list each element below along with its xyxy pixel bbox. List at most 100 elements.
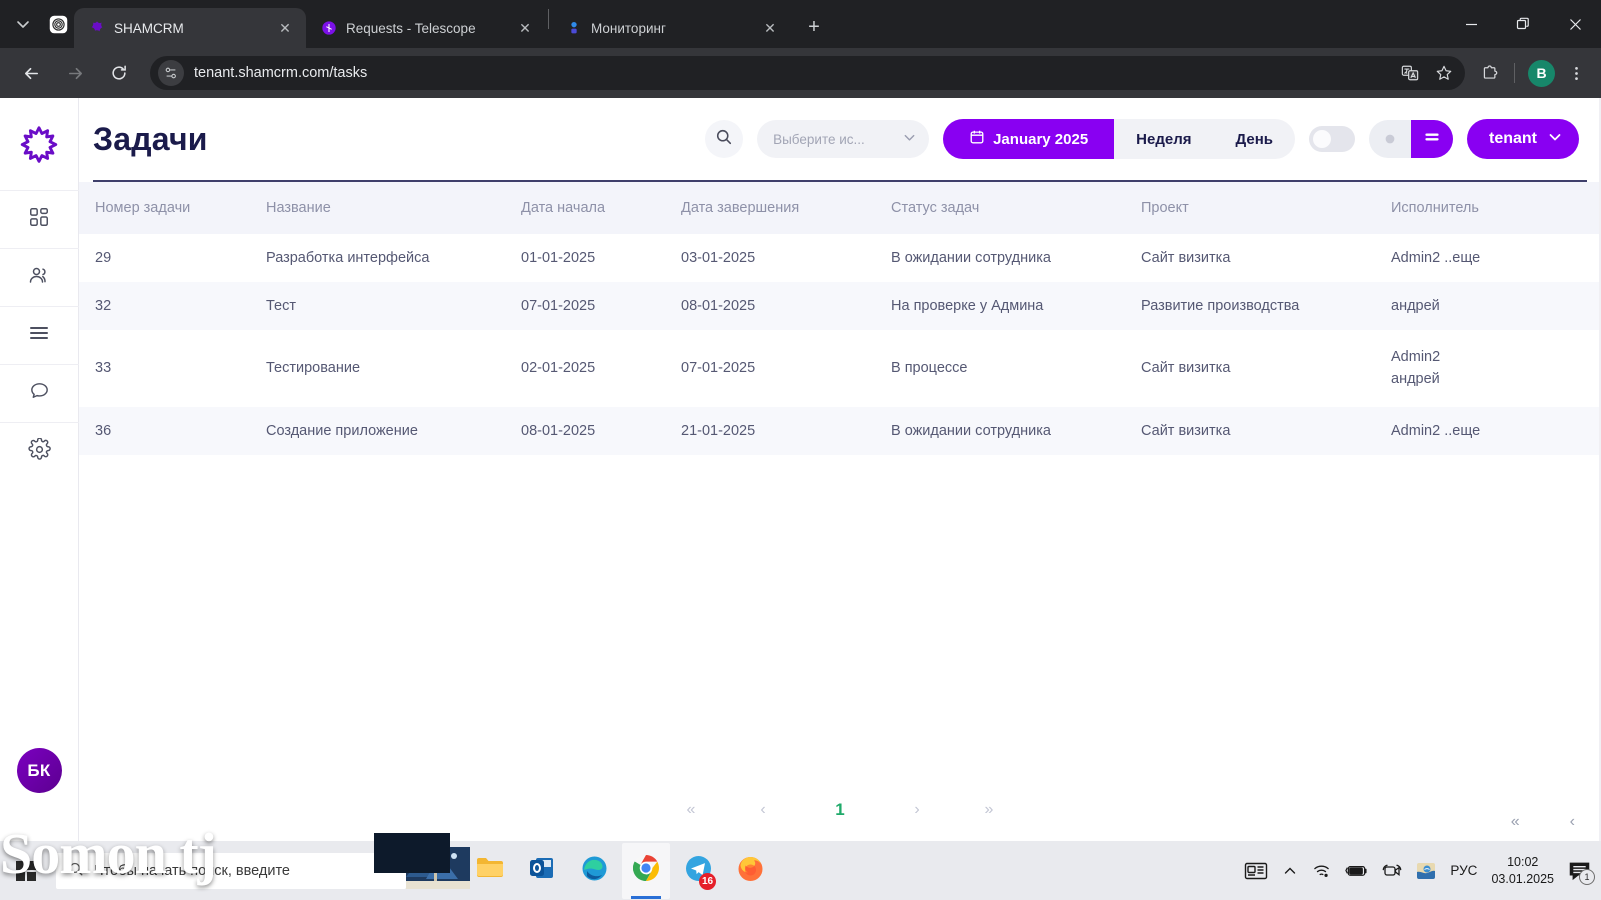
reload-button[interactable] — [102, 56, 136, 90]
tab-strip-left-controls — [0, 0, 74, 48]
pagination-first-button[interactable]: « — [679, 801, 703, 819]
sidebar-item-chat[interactable] — [0, 364, 79, 422]
cell-name: Разработка интерфейса — [266, 250, 430, 266]
column-header-end[interactable]: Дата завершения — [669, 182, 879, 234]
sidebar-item-clients[interactable] — [0, 248, 79, 306]
cell-name: Тест — [266, 298, 296, 314]
tab-search-chevron-icon[interactable] — [6, 9, 40, 39]
telegram-badge: 16 — [699, 872, 716, 890]
site-settings-icon[interactable] — [158, 60, 184, 86]
forward-button[interactable] — [58, 56, 92, 90]
chat-bubble-icon — [28, 380, 51, 408]
segment-week[interactable]: Неделя — [1114, 119, 1213, 159]
chevron-up-icon[interactable] — [1282, 863, 1298, 879]
close-window-button[interactable] — [1549, 0, 1601, 48]
cell-status: В процессе — [891, 360, 968, 377]
table-row[interactable]: 29 Разработка интерфейса 01-01-2025 03-0… — [79, 234, 1601, 282]
notification-center-button[interactable]: 1 — [1568, 861, 1595, 885]
tray-app-icon[interactable] — [1416, 861, 1436, 881]
tab-strip: SHAMCRM ✕ Requests - Telescope ✕ Монитор… — [0, 0, 1601, 48]
url-text: tenant.shamcrm.com/tasks — [194, 65, 368, 81]
view-mode-grid-button[interactable] — [1369, 120, 1411, 158]
table-row[interactable]: 36 Создание приложение 08-01-2025 21-01-… — [79, 406, 1601, 455]
taskbar-telegram[interactable]: 16 — [674, 843, 722, 899]
table-row[interactable]: 33 Тестирование 02-01-2025 07-01-2025 В … — [79, 330, 1601, 407]
taskbar-search-input[interactable]: Чтобы начать поиск, введите — [56, 852, 406, 889]
tab-requests-telescope[interactable]: Requests - Telescope ✕ — [306, 8, 546, 48]
cell-number: 36 — [95, 422, 112, 439]
close-icon[interactable]: ✕ — [274, 17, 296, 39]
taskbar-edge[interactable] — [570, 843, 618, 899]
column-header-project[interactable]: Проект — [1129, 182, 1379, 234]
segment-day[interactable]: День — [1214, 119, 1296, 159]
chevron-down-icon — [1547, 129, 1563, 150]
windows-start-icon[interactable] — [0, 841, 52, 900]
tray-clock[interactable]: 10:02 03.01.2025 — [1491, 854, 1554, 888]
taskbar-chrome[interactable] — [622, 842, 670, 899]
wifi-icon[interactable] — [1312, 862, 1331, 879]
sidebar-item-tasks[interactable] — [0, 306, 79, 364]
profile-avatar[interactable]: B — [1528, 59, 1555, 87]
chrome-browser-window: SHAMCRM ✕ Requests - Telescope ✕ Монитор… — [0, 0, 1601, 841]
shamcrm-logo[interactable] — [15, 122, 63, 170]
chevron-down-icon — [902, 130, 917, 148]
tab-shamcrm[interactable]: SHAMCRM ✕ — [74, 8, 306, 48]
header-controls: Выберите ис... January 2025 Неделя День … — [705, 119, 1579, 159]
minimize-button[interactable] — [1445, 0, 1497, 48]
sidebar-item-settings[interactable] — [0, 422, 79, 480]
chrome-icon — [632, 854, 660, 887]
tenant-menu-button[interactable]: tenant — [1467, 119, 1579, 159]
taskbar-file-explorer[interactable] — [466, 843, 514, 899]
tab-separator — [548, 9, 549, 29]
cell-end: 03-01-2025 — [681, 250, 756, 266]
cell-status: В ожидании сотрудника — [891, 422, 1051, 439]
taskbar-outlook[interactable] — [518, 843, 566, 899]
user-initials-avatar[interactable]: БК — [16, 748, 62, 793]
news-icon[interactable] — [1244, 861, 1268, 881]
tab-monitoring[interactable]: Мониторинг ✕ — [551, 8, 791, 48]
close-icon[interactable]: ✕ — [514, 17, 536, 39]
grid-icon — [28, 206, 50, 233]
maximize-restore-button[interactable] — [1497, 0, 1549, 48]
search-button[interactable] — [705, 120, 744, 158]
profile-avatar-icon[interactable] — [42, 9, 74, 39]
scroll-prev-icon[interactable]: ‹ — [1570, 813, 1575, 831]
cell-start: 08-01-2025 — [521, 422, 596, 439]
app-sidebar: БК — [0, 98, 79, 841]
scroll-first-icon[interactable]: « — [1511, 813, 1520, 831]
view-mode-list-button[interactable] — [1411, 120, 1453, 158]
tray-date: 03.01.2025 — [1491, 871, 1554, 886]
list-view-icon — [1422, 127, 1442, 152]
watermark-backdrop — [374, 833, 450, 873]
sidebar-user[interactable]: БК — [16, 748, 62, 793]
outlook-icon — [529, 855, 555, 886]
pagination-current-page[interactable]: 1 — [823, 793, 857, 827]
translate-icon[interactable] — [1395, 58, 1425, 88]
close-icon[interactable]: ✕ — [759, 17, 781, 39]
column-header-assignee[interactable]: Исполнитель — [1379, 182, 1601, 234]
taskbar-firefox[interactable] — [726, 843, 774, 899]
monitoring-icon — [565, 20, 582, 37]
kebab-menu-icon[interactable] — [1561, 58, 1591, 88]
column-header-number[interactable]: Номер задачи — [79, 182, 254, 234]
table-row[interactable]: 32 Тест 07-01-2025 08-01-2025 На проверк… — [79, 282, 1601, 330]
address-bar[interactable]: tenant.shamcrm.com/tasks — [150, 56, 1465, 90]
camera-icon[interactable] — [1382, 862, 1402, 879]
column-header-status[interactable]: Статус задач — [879, 182, 1129, 234]
cell-assignee: Admin2 ..еще — [1391, 250, 1481, 266]
sidebar-item-dashboard[interactable] — [0, 190, 79, 248]
pagination-prev-button[interactable]: ‹ — [751, 801, 775, 819]
new-tab-button[interactable]: + — [799, 12, 829, 42]
source-select[interactable]: Выберите ис... — [757, 120, 930, 158]
extensions-icon[interactable] — [1475, 58, 1505, 88]
pagination-next-button[interactable]: › — [905, 801, 929, 819]
back-button[interactable] — [14, 56, 48, 90]
tray-language[interactable]: РУС — [1450, 863, 1477, 878]
bookmark-star-icon[interactable] — [1429, 58, 1459, 88]
column-header-start[interactable]: Дата начала — [509, 182, 669, 234]
pagination-last-button[interactable]: » — [977, 801, 1001, 819]
column-header-name[interactable]: Название — [254, 182, 509, 234]
view-toggle-switch[interactable] — [1309, 126, 1355, 152]
segment-month[interactable]: January 2025 — [943, 119, 1115, 159]
battery-icon[interactable] — [1345, 863, 1368, 878]
